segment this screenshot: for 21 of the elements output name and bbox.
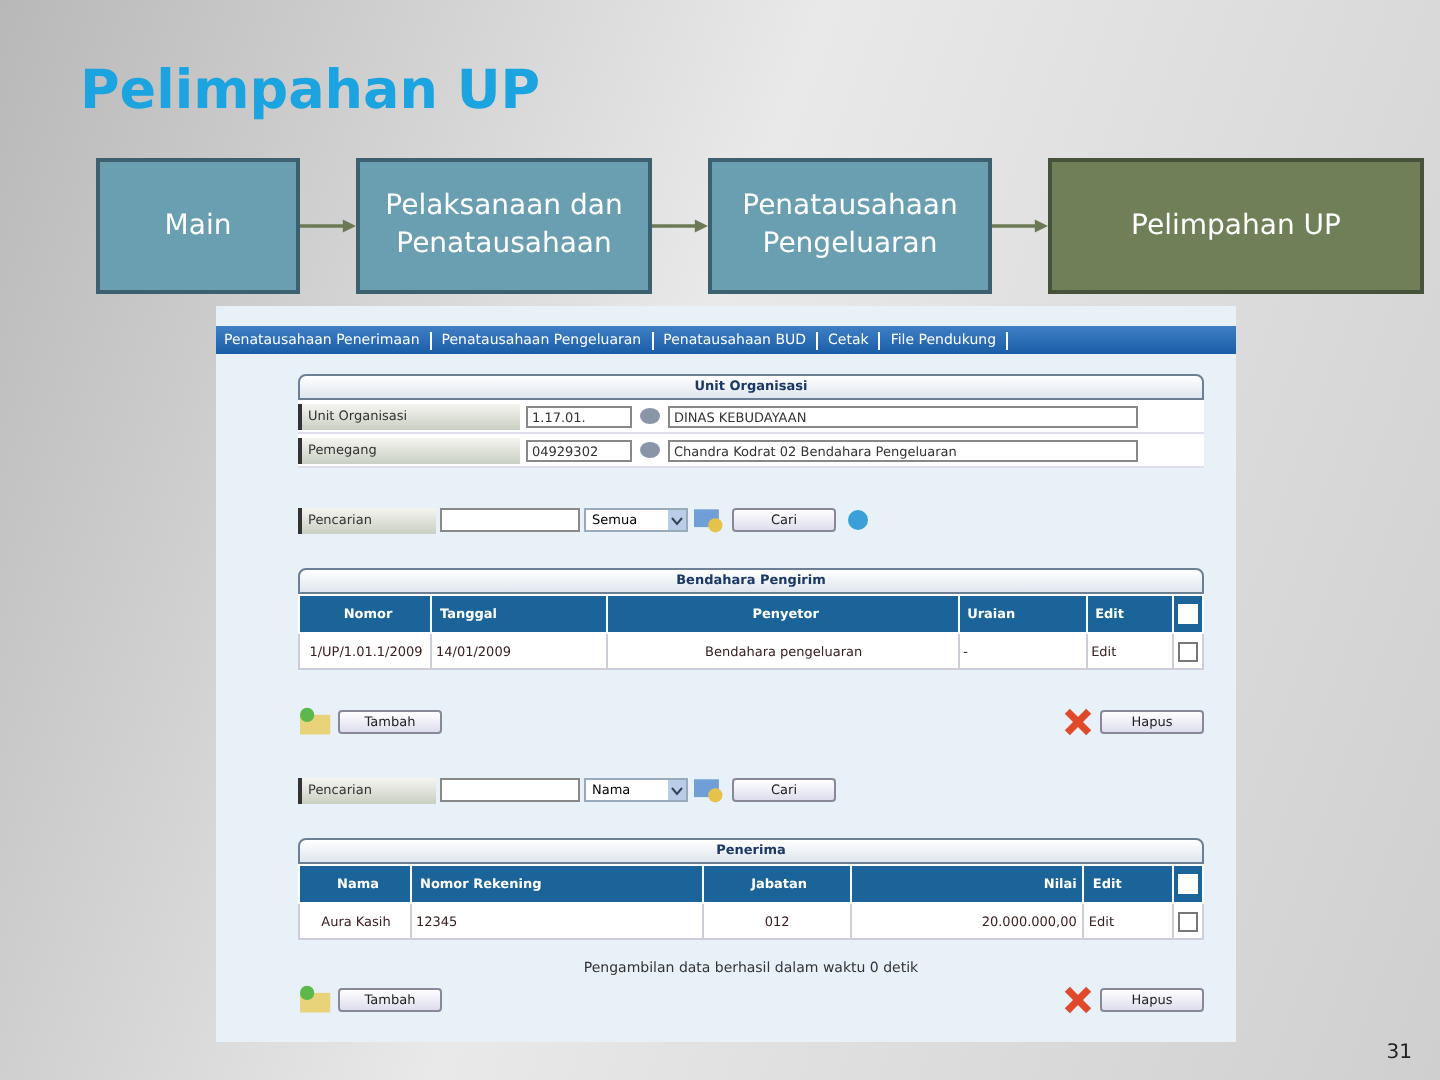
delete-icon	[1060, 706, 1096, 738]
process-box: Pelimpahan UP	[1048, 158, 1424, 294]
arrow-icon	[652, 216, 708, 236]
arrow-icon	[300, 216, 356, 236]
slide-title: Pelimpahan UP	[80, 60, 543, 126]
row-checkbox[interactable]	[1178, 911, 1198, 931]
caret-icon	[668, 780, 686, 800]
process-box: Penatausahaan Pengeluaran	[708, 158, 992, 294]
process-box: Main	[96, 158, 300, 294]
search-field[interactable]	[440, 778, 580, 802]
search-field[interactable]	[440, 508, 580, 532]
folder-icon	[298, 706, 334, 738]
select-all-checkbox[interactable]	[1178, 604, 1198, 624]
caret-icon	[668, 510, 686, 530]
row-checkbox[interactable]	[1178, 641, 1198, 661]
page-number: 31	[1386, 1042, 1412, 1064]
process-box: Pelaksanaan dan Penatausahaan	[356, 158, 652, 294]
select-all-checkbox[interactable]	[1178, 874, 1198, 894]
delete-icon	[1060, 984, 1096, 1016]
folder-icon	[298, 984, 334, 1016]
arrow-icon	[992, 216, 1048, 236]
